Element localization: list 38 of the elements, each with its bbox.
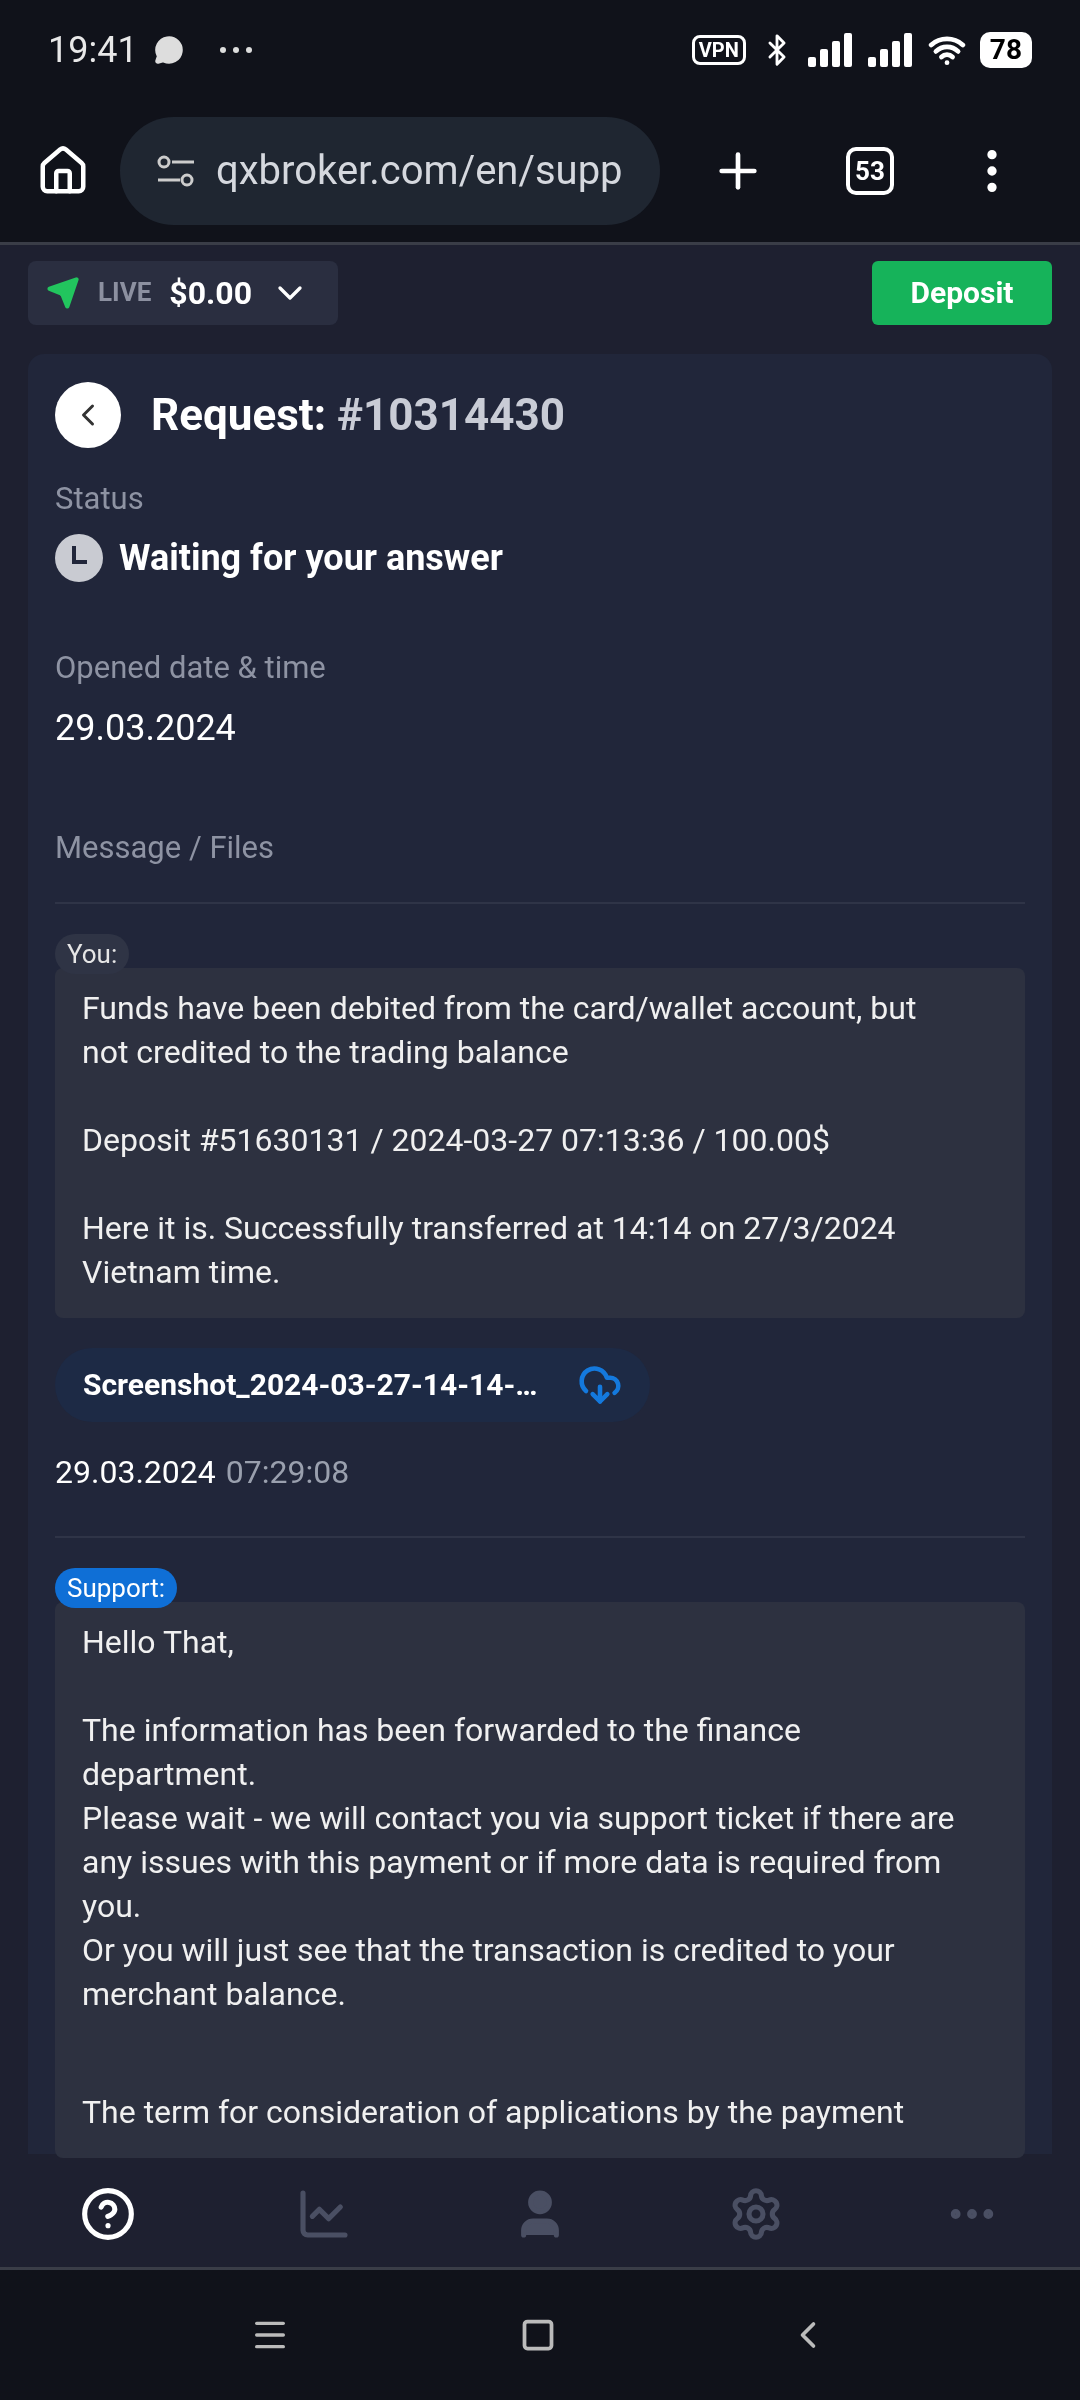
message-text: Please wait - we will contact you via support ticket if there are any issues with this payment or if more data is required from you.	[82, 1797, 956, 1927]
message-text: Hello That,	[82, 1621, 235, 1663]
message-text: The information has been forwarded to the finance department.	[82, 1709, 802, 1795]
messenger-icon	[153, 35, 184, 65]
attachment-name: Screenshot_2024-03-27-14-14-…	[83, 1366, 538, 1404]
status-label: Status	[55, 479, 145, 519]
balance: $0.00	[169, 272, 252, 314]
signal-icon	[867, 33, 914, 67]
request-title: Request: #10314430	[151, 388, 565, 443]
opened-label: Opened date & time	[55, 647, 327, 688]
paper-plane-icon	[46, 275, 80, 310]
message-text: Here it is. Successfully transferred at 14:14 on 27/3/2024 Vietnam time.	[82, 1207, 897, 1293]
opened-date: 29.03.2024	[55, 706, 237, 751]
message-text: The term for consideration of applications by the payment	[82, 2091, 906, 2133]
vpn-indicator: VPN	[691, 35, 746, 65]
account-mode: LIVE	[98, 276, 152, 309]
url-text: qxbroker.com/en/supp	[216, 146, 623, 196]
messages-label: Message / Files	[55, 825, 1025, 904]
signal-icon	[807, 33, 854, 67]
status-value: Waiting for your answer	[119, 535, 503, 581]
clock-icon	[55, 533, 103, 582]
clock: 19:41	[48, 28, 138, 73]
notification-dots-icon	[219, 47, 252, 53]
attachment-chip[interactable]: Screenshot_2024-03-27-14-14-…	[55, 1347, 650, 1422]
help-icon[interactable]	[80, 2185, 136, 2242]
author-tag: You:	[55, 933, 130, 974]
account-selector[interactable]: LIVE $0.00	[28, 260, 338, 325]
address-bar[interactable]: qxbroker.com/en/supp	[120, 117, 660, 225]
message-time: 07:29:08	[225, 1451, 350, 1493]
tab-count[interactable]: 53	[846, 147, 894, 195]
battery-indicator: 78	[979, 32, 1032, 68]
message-date: 29.03.2024	[55, 1451, 216, 1493]
message-text: Deposit #51630131 / 2024-03-27 07:13:36 / 100.00$	[82, 1119, 831, 1161]
message-text: Funds have been debited from the card/wallet account, but not credited to the trading balance	[82, 987, 918, 1073]
site-settings-icon[interactable]	[156, 153, 196, 189]
home-button-icon[interactable]	[520, 2317, 556, 2353]
message-text: Or you will just see that the transaction is credited to your merchant balance.	[82, 1929, 896, 2015]
author-tag: Support:	[55, 1567, 178, 1608]
